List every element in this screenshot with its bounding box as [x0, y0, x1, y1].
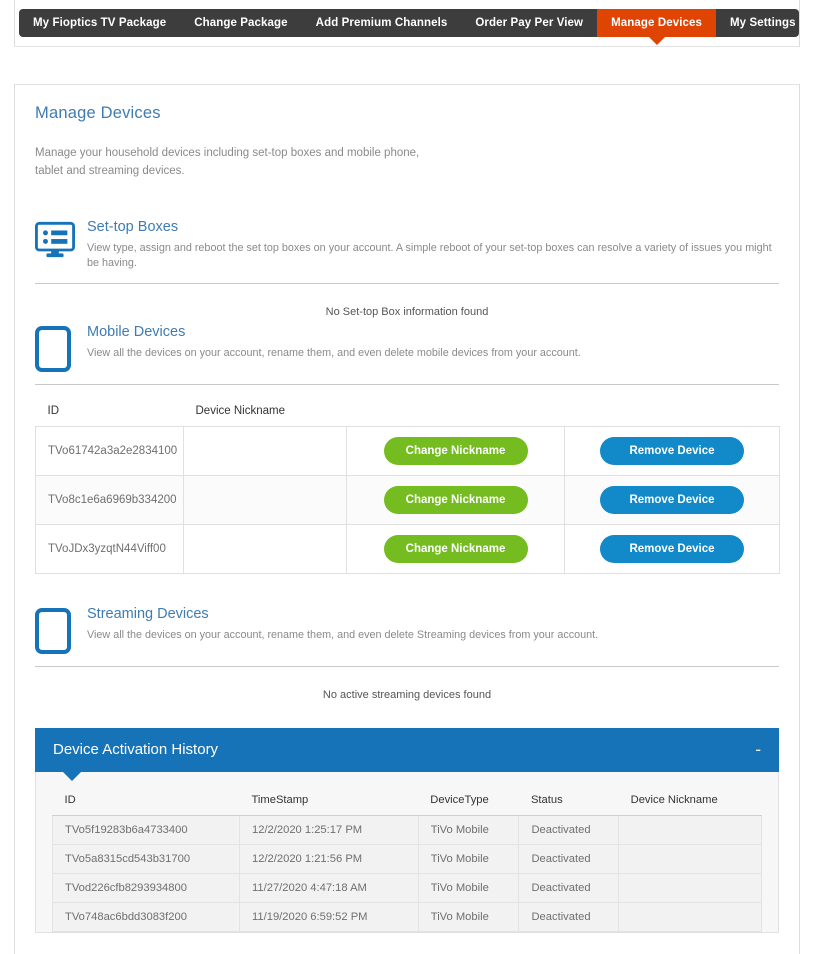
streaming-devices-empty-message: No active streaming devices found — [322, 688, 492, 701]
history-status-cell: Deactivated — [518, 815, 620, 845]
table-row: TVoJDx3yzqtN44Viff00 Change Nickname Remov… — [35, 523, 780, 574]
streaming-devices-title: Streaming Devices — [87, 605, 209, 622]
history-id-cell: TVo5f19283b6a4733400 — [52, 815, 240, 845]
device-activation-history: Device Activation History - ID TimeStamp… — [35, 727, 779, 933]
table-row: TVo61742a3a2e2834100 Change Nickname Remov… — [35, 425, 780, 476]
device-activation-history-title: Device Activation History — [53, 741, 219, 759]
remove-device-cell: Remove Device — [564, 474, 780, 525]
history-header-row: ID TimeStamp DeviceType Status Device Ni… — [52, 785, 762, 816]
nav-item-my-fioptics-tv-package[interactable]: My Fioptics TV Package — [19, 9, 180, 37]
history-status-cell: Deactivated — [518, 902, 620, 932]
content-panel: Manage Devices Manage your household dev… — [14, 84, 800, 954]
top-navigation-wrapper: My Fioptics TV Package Change Package Add … — [14, 0, 800, 46]
history-devicetype-cell: TiVo Mobile — [417, 815, 520, 845]
nav-item-add-premium-channels[interactable]: Add Premium Channels — [302, 9, 462, 37]
column-header-status: Status — [518, 785, 619, 816]
mobile-phone-icon — [35, 606, 75, 654]
nav-item-label: My Settings — [730, 17, 796, 29]
settop-box-icon — [35, 219, 75, 259]
section-mobile-devices: Mobile Devices View all the devices on y… — [35, 324, 779, 385]
history-devicetype-cell: TiVo Mobile — [417, 844, 520, 874]
history-nickname-cell — [618, 902, 762, 932]
section-divider — [35, 383, 779, 385]
column-header-id: ID — [52, 785, 240, 816]
history-timestamp-cell: 11/27/2020 4:47:18 AM — [239, 873, 419, 903]
top-navigation: My Fioptics TV Package Change Package Add … — [19, 9, 799, 37]
nav-item-label: Manage Devices — [611, 17, 702, 29]
change-nickname-button[interactable]: Change Nickname — [383, 534, 528, 563]
change-nickname-cell: Change Nickname — [346, 425, 565, 476]
set-top-boxes-title: Set-top Boxes — [87, 218, 179, 235]
change-nickname-button[interactable]: Change Nickname — [383, 485, 528, 514]
device-activation-history-header[interactable]: Device Activation History - — [35, 727, 779, 781]
collapse-toggle-icon[interactable]: - — [755, 741, 761, 758]
device-nickname-cell — [183, 523, 347, 574]
column-header-blank-1 — [347, 393, 565, 427]
history-id-cell: TVo748ac6bdd3083f200 — [52, 902, 240, 932]
remove-device-button[interactable]: Remove Device — [600, 534, 744, 563]
mobile-devices-header-row: ID Device Nickname — [36, 393, 780, 427]
column-header-devicetype: DeviceType — [418, 785, 519, 816]
page-title: Manage Devices — [35, 104, 161, 122]
history-id-cell: TVod226cfb8293934800 — [52, 873, 240, 903]
device-activation-history-body: ID TimeStamp DeviceType Status Device Ni… — [35, 771, 779, 933]
column-header-device-nickname: Device Nickname — [618, 785, 762, 816]
table-row: TVo748ac6bdd3083f200 11/19/2020 6:59:52 P… — [52, 902, 762, 932]
column-header-id: ID — [47, 404, 60, 417]
section-streaming-devices: Streaming Devices View all the devices o… — [35, 606, 779, 701]
history-devicetype-cell: TiVo Mobile — [417, 902, 520, 932]
mobile-devices-table: ID Device Nickname TVo61742a3a2e2834100 C… — [35, 393, 780, 574]
column-header-device-nickname: Device Nickname — [195, 404, 285, 417]
history-timestamp-cell: 12/2/2020 1:21:56 PM — [239, 844, 419, 874]
table-row: TVo8c1e6a6969b334200 Change Nickname Remov… — [35, 474, 780, 525]
table-row: TVo5f19283b6a4733400 12/2/2020 1:25:17 PM… — [52, 815, 762, 845]
page-root: My Fioptics TV Package Change Package Add … — [0, 0, 814, 954]
table-row: TVod226cfb8293934800 11/27/2020 4:47:18 A… — [52, 873, 762, 903]
history-status-cell: Deactivated — [518, 873, 620, 903]
column-header-timestamp: TimeStamp — [239, 785, 419, 816]
history-id-cell: TVo5a8315cd543b31700 — [52, 844, 240, 874]
nav-item-manage-devices[interactable]: Manage Devices — [597, 9, 716, 37]
streaming-devices-subtitle: View all the devices on your account, re… — [87, 628, 599, 641]
history-status-cell: Deactivated — [518, 844, 620, 874]
nav-divider — [14, 46, 800, 47]
mobile-devices-subtitle: View all the devices on your account, re… — [87, 346, 581, 359]
nav-item-label: Change Package — [194, 17, 288, 29]
history-devicetype-cell: TiVo Mobile — [417, 873, 520, 903]
nav-item-label: My Fioptics TV Package — [33, 17, 167, 29]
mobile-phone-icon — [35, 324, 75, 372]
activation-history-table: ID TimeStamp DeviceType Status Device Ni… — [52, 785, 762, 932]
device-nickname-cell — [183, 425, 347, 476]
nav-item-order-pay-per-view[interactable]: Order Pay Per View — [461, 9, 597, 37]
table-row: TVo5a8315cd543b31700 12/2/2020 1:21:56 PM… — [52, 844, 762, 874]
change-nickname-button[interactable]: Change Nickname — [383, 436, 528, 465]
history-nickname-cell — [618, 844, 762, 874]
history-timestamp-cell: 11/19/2020 6:59:52 PM — [239, 902, 419, 932]
device-id-cell: TVo8c1e6a6969b334200 — [35, 474, 184, 525]
remove-device-cell: Remove Device — [564, 425, 780, 476]
device-nickname-cell — [183, 474, 347, 525]
section-set-top-boxes: Set-top Boxes View type, assign and rebo… — [35, 219, 779, 318]
history-timestamp-cell: 12/2/2020 1:25:17 PM — [239, 815, 419, 845]
mobile-devices-title: Mobile Devices — [87, 323, 186, 340]
set-top-boxes-subtitle: View type, assign and reboot the set top… — [87, 241, 772, 269]
change-nickname-cell: Change Nickname — [346, 523, 565, 574]
page-description: Manage your household devices including … — [35, 147, 420, 177]
remove-device-cell: Remove Device — [564, 523, 780, 574]
history-nickname-cell — [618, 873, 762, 903]
nav-item-change-package[interactable]: Change Package — [180, 9, 301, 37]
nav-item-label: Add Premium Channels — [315, 17, 448, 29]
device-id-cell: TVo61742a3a2e2834100 — [35, 425, 184, 476]
nav-item-label: Order Pay Per View — [475, 17, 584, 29]
history-nickname-cell — [618, 815, 762, 845]
device-id-cell: TVoJDx3yzqtN44Viff00 — [35, 523, 184, 574]
nav-item-my-settings[interactable]: My Settings — [716, 9, 810, 37]
remove-device-button[interactable]: Remove Device — [600, 485, 744, 514]
remove-device-button[interactable]: Remove Device — [600, 436, 744, 465]
change-nickname-cell: Change Nickname — [346, 474, 565, 525]
column-header-blank-2 — [565, 393, 780, 427]
set-top-boxes-empty-message: No Set-top Box information found — [325, 305, 489, 318]
